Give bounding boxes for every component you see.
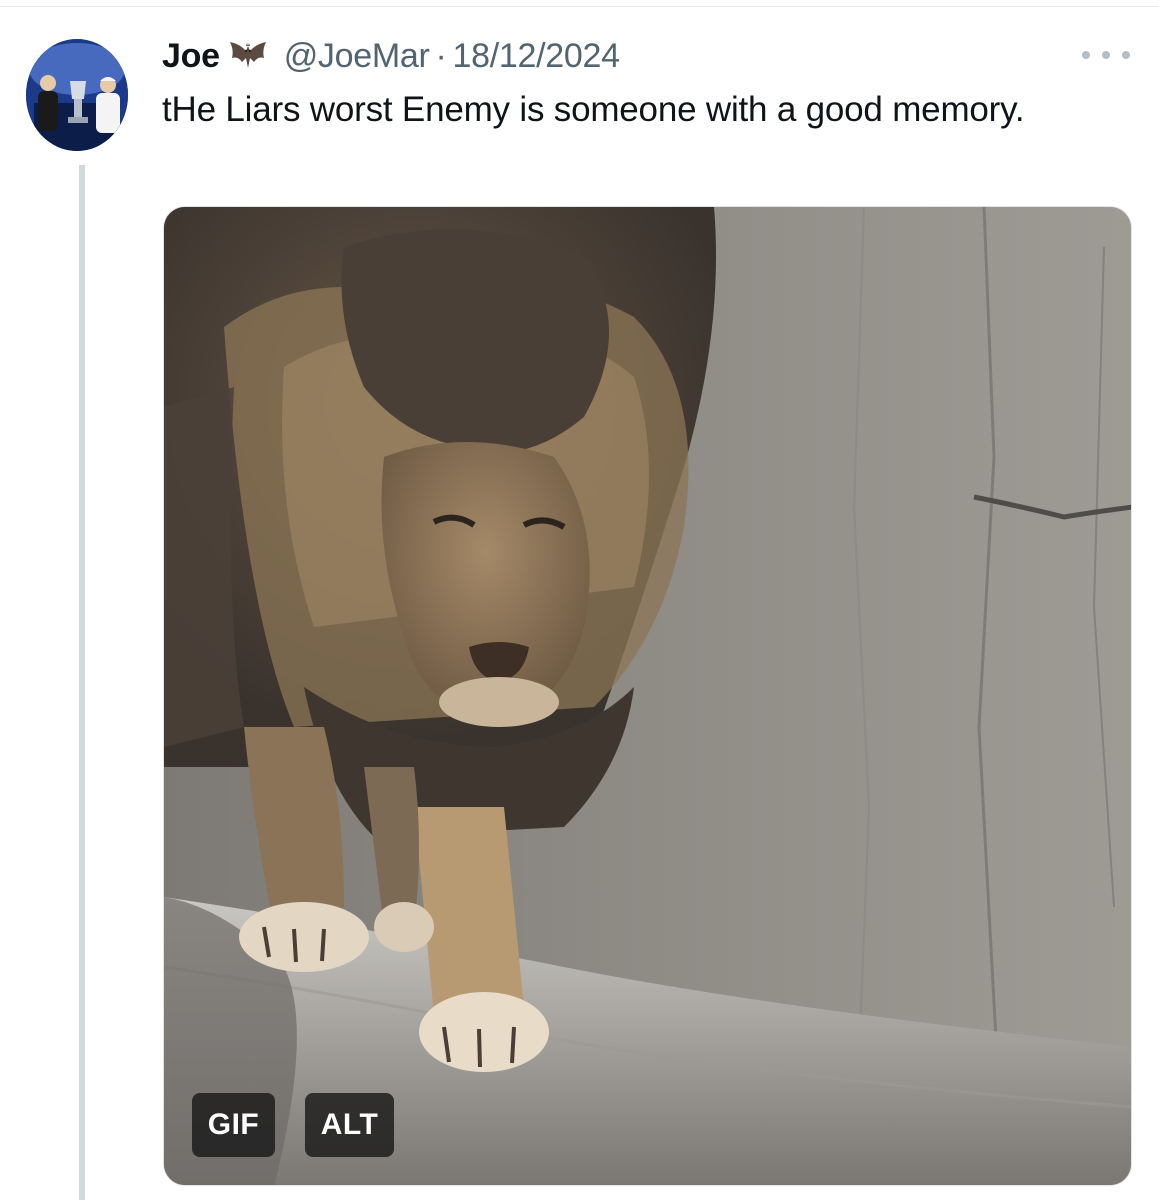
gif-badge[interactable]: GIF: [192, 1093, 275, 1157]
more-dot: [1082, 51, 1090, 59]
tweet-timestamp[interactable]: 18/12/2024: [453, 37, 620, 76]
tweet-header: Joe @JoeMar · 18/12/2024: [162, 34, 620, 78]
header-separator: ·: [435, 36, 447, 75]
thread-line: [79, 165, 85, 1200]
avatar[interactable]: [26, 39, 128, 151]
tweet-text: tHe Liars worst Enemy is someone with a …: [162, 90, 1025, 129]
tweet-page: Joe @JoeMar · 18/12/2024 tHe Liars worst…: [0, 0, 1159, 1200]
avatar-image: [26, 39, 128, 151]
more-dot: [1122, 51, 1130, 59]
alt-badge[interactable]: ALT: [305, 1093, 394, 1157]
more-icon[interactable]: [1082, 40, 1130, 70]
bat-icon: [226, 34, 270, 78]
author-handle[interactable]: @JoeMar: [284, 37, 430, 76]
author-name[interactable]: Joe: [162, 37, 220, 76]
more-dot: [1102, 51, 1110, 59]
lion-walking-gif: [164, 207, 1131, 1185]
tweet-media-gif[interactable]: [163, 206, 1132, 1186]
top-divider: [0, 6, 1159, 7]
